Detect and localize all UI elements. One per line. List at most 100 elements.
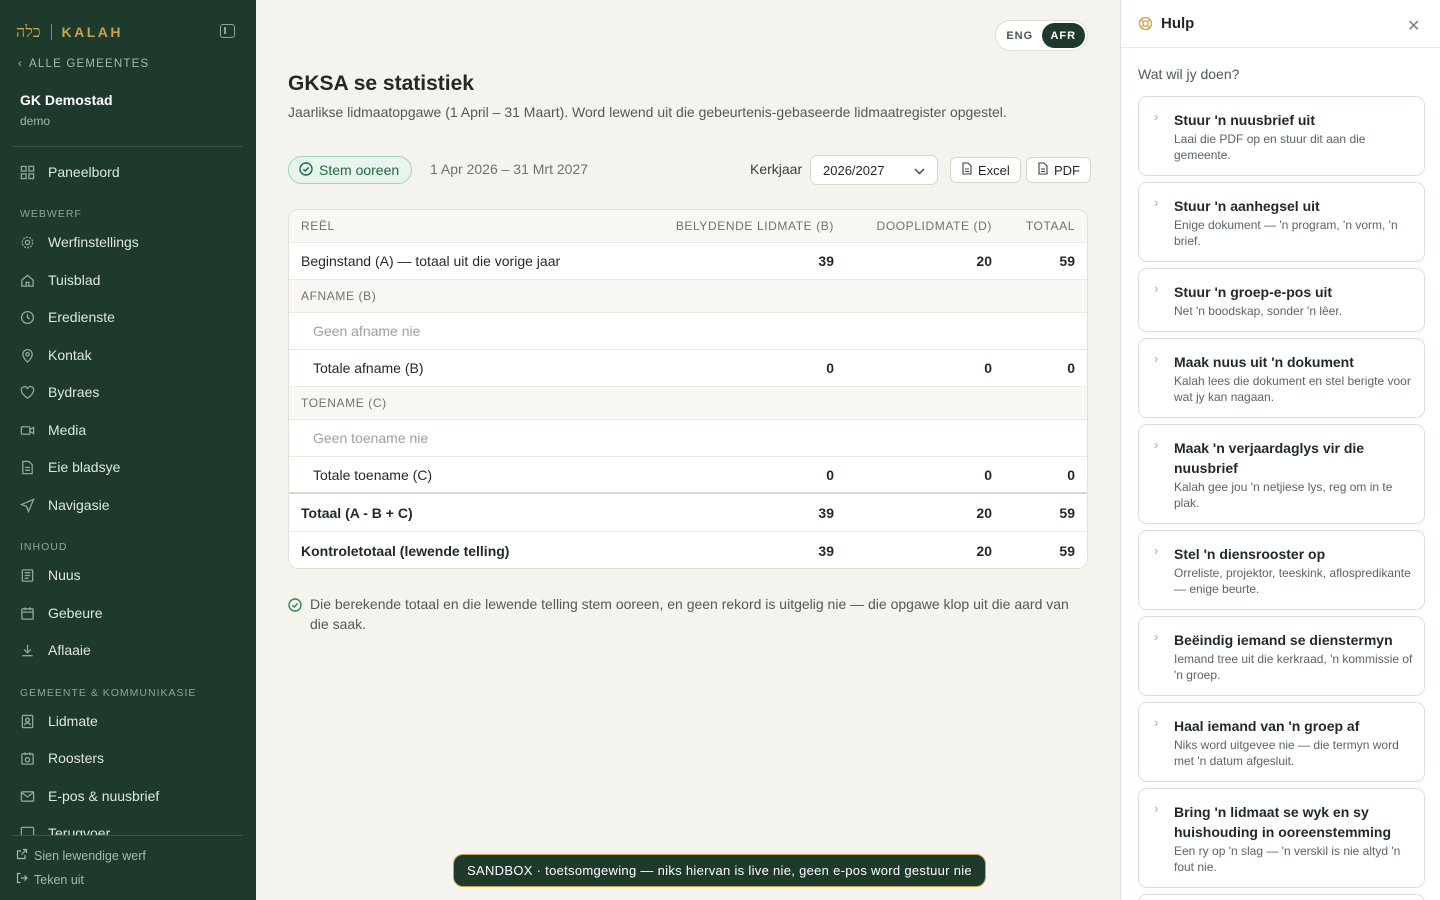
download-icon	[20, 643, 35, 658]
sidebar-item-epos-nuusbrief[interactable]: E-pos & nuusbrief	[12, 779, 243, 813]
sidebar-item-label: Terugvoer	[48, 825, 111, 835]
sidebar-item-eie-bladsye[interactable]: Eie bladsye	[12, 450, 243, 484]
column-header-confessing: BELYDENDE LIDMATE (B)	[675, 219, 834, 233]
help-panel: Hulp ✕ Wat wil jy doen? › Stuur 'n nuusb…	[1120, 0, 1440, 900]
sidebar-item-label: Kontak	[48, 347, 92, 363]
lang-afr-button[interactable]: AFR	[1041, 23, 1085, 48]
status-badge: Stem ooreen	[288, 156, 413, 184]
help-card[interactable]: › Stuur 'n nuusbrief uit Laai die PDF op…	[1138, 96, 1425, 176]
mail-icon	[20, 789, 35, 804]
lifebuoy-icon	[1138, 16, 1153, 36]
cell-confessing: 39	[818, 505, 834, 521]
lang-eng-button[interactable]: ENG	[998, 23, 1042, 48]
help-question: Wat wil jy doen?	[1138, 66, 1240, 82]
help-card-title: Maak nuus uit 'n dokument	[1174, 354, 1354, 370]
help-card[interactable]: › Beëindig iemand se dienstermyn Iemand …	[1138, 616, 1425, 696]
back-link-label: ALLE GEMEENTES	[29, 58, 150, 70]
help-card-title: Bring 'n lidmaat se wyk en sy huishoudin…	[1174, 804, 1391, 840]
table-row-total-increase: Totale toename (C) 0 0 0	[289, 457, 1087, 494]
bottom-link-label: Teken uit	[34, 872, 85, 887]
help-card[interactable]: › Maak nuus uit 'n dokument Kalah lees d…	[1138, 338, 1425, 418]
roster-icon	[20, 751, 35, 766]
document-icon	[961, 162, 973, 178]
sidebar-item-label: Nuus	[48, 567, 81, 583]
cell-total: 0	[1067, 360, 1075, 376]
chevron-right-icon: ›	[1154, 281, 1159, 296]
help-card-desc: Laai die PDF op en stuur dit aan die gem…	[1174, 132, 1366, 162]
nav-section-title: WEBWERF	[20, 208, 82, 220]
sidebar-item-bydraes[interactable]: Bydraes	[12, 375, 243, 409]
brand-divider	[50, 24, 52, 40]
sidebar-item-navigasie[interactable]: Navigasie	[12, 488, 243, 522]
table-header-row: REËL BELYDENDE LIDMATE (B) DOOPLIDMATE (…	[289, 210, 1087, 243]
sidebar-item-werfinstellings[interactable]: Werfinstellings	[12, 225, 243, 259]
column-header-total: TOTAAL	[1025, 219, 1075, 233]
back-to-congregations-link[interactable]: ‹ ALLE GEMEENTES	[18, 58, 149, 70]
row-label: Totale toename (C)	[313, 466, 433, 483]
sidebar-item-kontak[interactable]: Kontak	[12, 338, 243, 372]
brand-logo[interactable]: כלה KALAH	[16, 20, 123, 44]
chevron-down-icon	[914, 163, 925, 178]
row-label: Kontroletotaal (lewende telling)	[301, 542, 510, 559]
export-pdf-button[interactable]: PDF	[1026, 157, 1091, 183]
sidebar-item-label: E-pos & nuusbrief	[48, 788, 160, 804]
help-card[interactable]: › Stuur 'n aanhegsel uit Enige dokument …	[1138, 182, 1425, 262]
sidebar-item-aflaaie[interactable]: Aflaaie	[12, 633, 243, 667]
help-card-title: Stuur 'n nuusbrief uit	[1174, 112, 1315, 128]
sidebar-item-label: Tuisblad	[48, 272, 101, 288]
map-pin-icon	[20, 348, 35, 363]
sidebar-item-label: Navigasie	[48, 497, 110, 513]
row-label: Geen toename nie	[313, 430, 429, 446]
sidebar-item-gebeure[interactable]: Gebeure	[12, 596, 243, 630]
sidebar-item-lidmate[interactable]: Lidmate	[12, 704, 243, 738]
export-excel-button[interactable]: Excel	[950, 157, 1021, 183]
sidebar-item-roosters[interactable]: Roosters	[12, 741, 243, 775]
sidebar-item-label: Bydraes	[48, 384, 100, 400]
sidebar-item-tuisblad[interactable]: Tuisblad	[12, 263, 243, 297]
sidebar-item-eredienste[interactable]: Eredienste	[12, 300, 243, 334]
sidebar-item-label: Aflaaie	[48, 642, 91, 658]
sidebar-item-media[interactable]: Media	[12, 413, 243, 447]
heart-icon	[20, 385, 35, 400]
sidebar: כלה KALAH ‹ ALLE GEMEENTES GK Demostad d…	[0, 0, 256, 900]
chevron-right-icon: ›	[1154, 715, 1159, 730]
table-row-empty-increase: Geen toename nie	[289, 420, 1087, 457]
view-live-site-link[interactable]: Sien lewendige werf	[16, 848, 146, 863]
sidebar-item-nuus[interactable]: Nuus	[12, 558, 243, 592]
close-icon[interactable]: ✕	[1407, 16, 1420, 36]
table-row-grand-total: Totaal (A - B + C) 39 20 59	[289, 495, 1087, 532]
chevron-right-icon: ›	[1154, 109, 1159, 124]
sidebar-item-label: Eie bladsye	[48, 459, 121, 475]
help-card[interactable]: › Stel 'n diensrooster op Orreliste, pro…	[1138, 530, 1425, 610]
church-year-select[interactable]: 2026/2027	[810, 155, 938, 185]
table-section-decrease: AFNAME (B)	[289, 280, 1087, 313]
church-name: GK Demostad	[20, 92, 113, 108]
newspaper-icon	[20, 568, 35, 583]
table-row-total-decrease: Totale afname (B) 0 0 0	[289, 350, 1087, 387]
period-range: 1 Apr 2026 – 31 Mrt 2027	[430, 161, 588, 177]
feedback-icon	[20, 825, 35, 835]
chevron-left-icon: ‹	[18, 58, 24, 70]
cell-total: 59	[1059, 505, 1075, 521]
sidebar-item-label: Gebeure	[48, 605, 103, 621]
video-icon	[20, 423, 35, 438]
help-card-title: Stuur 'n aanhegsel uit	[1174, 198, 1320, 214]
brand-hebrew: כלה	[16, 22, 41, 41]
help-card[interactable]	[1138, 894, 1425, 900]
sidebar-item-terugvoer[interactable]: Terugvoer	[12, 816, 243, 835]
sign-out-link[interactable]: Teken uit	[16, 872, 84, 887]
sidebar-collapse-icon[interactable]	[220, 24, 235, 38]
help-card[interactable]: › Bring 'n lidmaat se wyk en sy huishoud…	[1138, 788, 1425, 888]
table-row-opening: Beginstand (A) — totaal uit die vorige j…	[289, 243, 1087, 280]
reconciliation-note: Die berekende totaal en die lewende tell…	[288, 594, 1078, 634]
help-card[interactable]: › Maak 'n verjaardaglys vir die nuusbrie…	[1138, 424, 1425, 524]
column-header-rule: REËL	[301, 219, 335, 233]
row-label: Beginstand (A) — totaal uit die vorige j…	[301, 253, 561, 269]
help-card-title: Beëindig iemand se dienstermyn	[1174, 632, 1393, 648]
chevron-right-icon: ›	[1154, 437, 1159, 452]
cell-total: 59	[1059, 253, 1075, 269]
help-card[interactable]: › Haal iemand van 'n groep af Niks word …	[1138, 702, 1425, 782]
sidebar-item-paneelbord[interactable]: Paneelbord	[12, 155, 243, 189]
help-card[interactable]: › Stuur 'n groep-e-pos uit Net 'n boodsk…	[1138, 268, 1425, 332]
excel-label: Excel	[978, 162, 1010, 178]
